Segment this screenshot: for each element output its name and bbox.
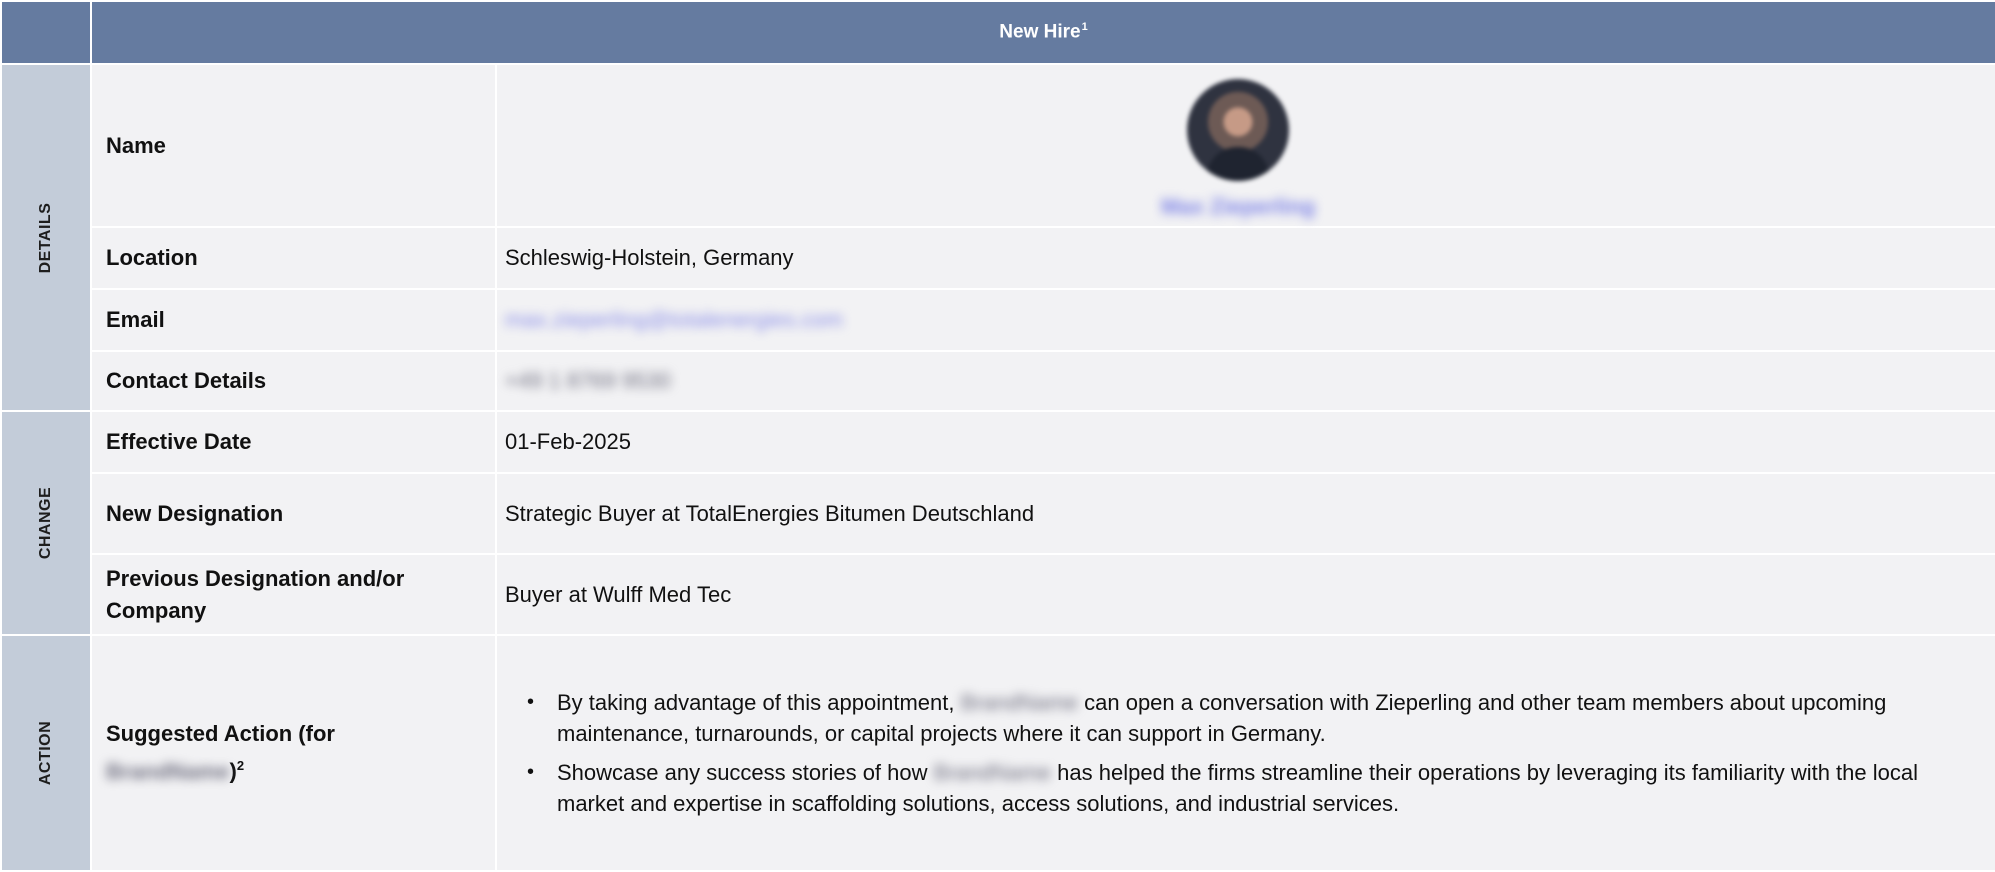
label-name: Name <box>90 63 497 228</box>
row-email: Email max.zieperling@totalenergies.com <box>1 288 1995 352</box>
label-previous-designation-line1: Previous Designation and/or <box>106 565 405 591</box>
bullet2-pre: Showcase any success stories of how <box>557 760 928 785</box>
action-bullet-1: By taking advantage of this appointment,… <box>527 687 1953 749</box>
redacted-brand: BrandName <box>106 758 230 784</box>
section-details: DETAILS <box>0 63 92 412</box>
value-email: max.zieperling@totalenergies.com <box>495 288 1995 352</box>
value-previous-designation: Buyer at Wulff Med Tec <box>495 553 1995 636</box>
bullet2-redacted: BrandName <box>933 760 1052 785</box>
row-previous-designation: Previous Designation and/or Company Buye… <box>1 553 1995 636</box>
section-change-label: CHANGE <box>37 486 54 560</box>
row-contact: Contact Details +49 1 8769 9530 <box>1 350 1995 412</box>
row-suggested-action: ACTION Suggested Action (for BrandName)2… <box>0 634 1995 872</box>
row-new-designation: New Designation Strategic Buyer at Total… <box>1 472 1995 555</box>
label-location: Location <box>90 226 497 290</box>
value-new-designation: Strategic Buyer at TotalEnergies Bitumen… <box>495 472 1995 555</box>
section-action: ACTION <box>0 634 92 872</box>
label-suggested-close: ) <box>229 758 237 784</box>
bullet1-redacted: BrandName <box>960 690 1078 715</box>
email-link[interactable]: max.zieperling@totalenergies.com <box>505 304 843 336</box>
header-title-text: New Hire <box>999 21 1081 43</box>
label-suggested-action: Suggested Action (for BrandName)2 <box>90 634 497 872</box>
label-previous-designation-line2: Company <box>106 597 207 623</box>
value-contact: +49 1 8769 9530 <box>495 350 1995 412</box>
profile-card[interactable]: Max Zieperling <box>1147 79 1329 223</box>
header-title: New Hire1 <box>90 0 1995 65</box>
suggested-footnote: 2 <box>236 758 245 774</box>
label-new-designation: New Designation <box>90 472 497 555</box>
value-suggested-action: By taking advantage of this appointment,… <box>495 634 1995 872</box>
bullet1-pre: By taking advantage of this appointment, <box>557 690 955 715</box>
action-bullets: By taking advantage of this appointment,… <box>505 687 1983 819</box>
avatar[interactable] <box>1187 79 1289 181</box>
header-footnote: 1 <box>1081 21 1088 34</box>
row-location: Location Schleswig-Holstein, Germany <box>1 226 1995 290</box>
label-previous-designation: Previous Designation and/or Company <box>90 553 497 636</box>
profile-name-link[interactable]: Max Zieperling <box>1147 191 1329 223</box>
label-suggested-line2: BrandName)2 <box>106 750 483 787</box>
new-hire-card: New Hire1 DETAILS Name Max Zieperling Lo… <box>0 0 1995 872</box>
value-location: Schleswig-Holstein, Germany <box>495 226 1995 290</box>
row-name: DETAILS Name Max Zieperling <box>0 63 1995 412</box>
value-name: Max Zieperling <box>495 63 1995 228</box>
section-change: CHANGE <box>0 410 92 636</box>
header-row: New Hire1 <box>0 0 1995 65</box>
section-details-label: DETAILS <box>37 202 54 273</box>
label-suggested-line1: Suggested Action (for <box>106 721 335 747</box>
label-contact: Contact Details <box>90 350 497 412</box>
section-action-label: ACTION <box>37 720 54 786</box>
row-effective-date: CHANGE Effective Date 01-Feb-2025 <box>0 410 1995 636</box>
value-effective-date: 01-Feb-2025 <box>495 410 1995 474</box>
label-email: Email <box>90 288 497 352</box>
action-bullet-2: Showcase any success stories of how Bran… <box>527 757 1953 819</box>
contact-number: +49 1 8769 9530 <box>505 368 671 393</box>
new-hire-table: New Hire1 DETAILS Name Max Zieperling Lo… <box>0 0 1995 872</box>
header-corner <box>0 0 92 65</box>
label-effective-date: Effective Date <box>90 410 497 474</box>
